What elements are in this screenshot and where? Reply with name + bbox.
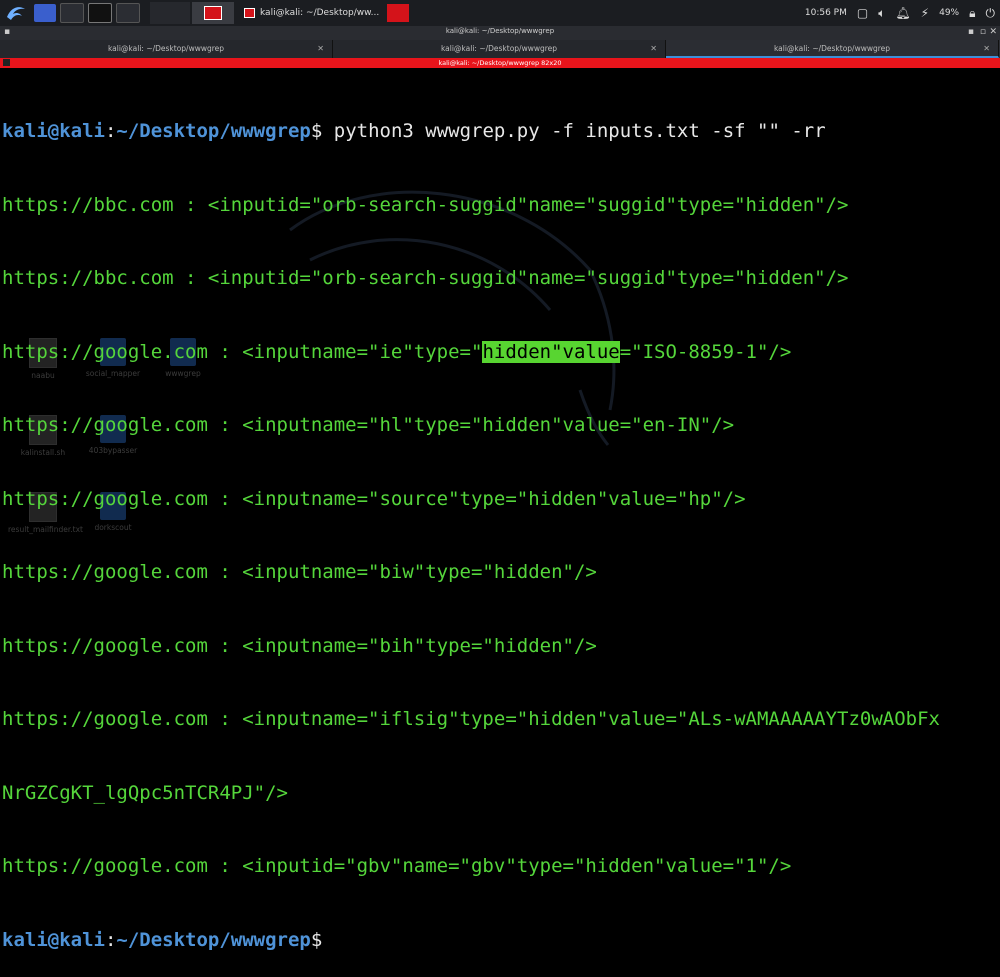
app-icon	[204, 6, 222, 20]
screenshot-launcher[interactable]	[116, 3, 140, 23]
output-line: https://google.com : <inputname="iflsig"…	[2, 708, 940, 730]
terminal-output[interactable]: kali@kali:~/Desktop/wwwgrep$ python3 www…	[2, 70, 998, 977]
prompt-sep: :	[104, 928, 117, 951]
maximize-icon[interactable]: ▫	[980, 27, 986, 37]
terminal-cursor	[322, 929, 333, 949]
prompt-path: ~/Desktop/wwwgrep	[116, 928, 311, 951]
selected-text-highlight: hidden"value	[482, 340, 620, 363]
tab-label: kali@kali: ~/Desktop/wwwgrep	[773, 44, 891, 53]
kali-menu-button[interactable]	[2, 2, 30, 24]
taskbar-item-app[interactable]	[192, 2, 234, 24]
output-text: https://google.com : <inputname="ie"type…	[2, 340, 483, 363]
prompt-path: ~/Desktop/wwwgrep	[116, 120, 311, 142]
tab-label: kali@kali: ~/Desktop/wwwgrep	[440, 44, 558, 53]
prompt-user: kali@kali	[2, 120, 105, 142]
output-line: https://google.com : <inputname="biw"typ…	[2, 561, 597, 583]
taskbar: kali@kali: ~/Desktop/ww... 10:56 PM ▢ 🔈︎…	[0, 0, 1000, 26]
taskbar-item-red[interactable]	[387, 4, 410, 22]
kali-dragon-icon	[7, 7, 25, 20]
notification-bell-icon[interactable]: 🔔︎	[895, 6, 910, 20]
prompt-user: kali@kali	[2, 928, 105, 951]
tab-2[interactable]: kali@kali: ~/Desktop/wwwgrep ✕	[333, 40, 666, 58]
file-manager-launcher[interactable]	[60, 3, 84, 23]
tab-label: kali@kali: ~/Desktop/wwwgrep	[107, 44, 225, 53]
terminal-header-title: kali@kali: ~/Desktop/wwwgrep 82x20	[438, 59, 562, 67]
tab-bar: kali@kali: ~/Desktop/wwwgrep ✕ kali@kali…	[0, 40, 1000, 58]
output-line: https://google.com : <inputname="hl"type…	[2, 414, 735, 436]
output-line: https://google.com : <inputname="ie"type…	[2, 340, 998, 365]
prompt-sep: :	[104, 120, 117, 142]
terminal-header: kali@kali: ~/Desktop/wwwgrep 82x20	[0, 58, 1000, 68]
command-line: kali@kali:~/Desktop/wwwgrep$ python3 www…	[2, 119, 998, 144]
battery-icon[interactable]: ⚡︎	[921, 6, 929, 20]
close-window-icon[interactable]: ✕	[989, 27, 997, 37]
window-icon[interactable]: ▢	[857, 6, 868, 20]
system-tray: 10:56 PM ▢ 🔈︎ 🔔︎ ⚡︎ 49% 🔒︎ ⏻︎	[800, 0, 1000, 26]
close-tab-icon[interactable]: ✕	[650, 40, 657, 57]
command-text: python3 wwwgrep.py -f inputs.txt -sf "" …	[322, 120, 826, 142]
clock[interactable]: 10:56 PM	[805, 8, 847, 18]
minimize-icon[interactable]: ▪	[968, 27, 974, 37]
taskbar-item-label: kali@kali: ~/Desktop/ww...	[260, 8, 380, 18]
workspace-1[interactable]	[34, 4, 56, 22]
power-icon[interactable]: ⏻︎	[986, 6, 996, 21]
output-line: https://bbc.com : <inputid="orb-search-s…	[2, 267, 849, 289]
output-line: https://google.com : <inputname="bih"typ…	[2, 634, 597, 657]
volume-icon[interactable]: 🔈︎	[878, 6, 885, 21]
tab-3-active[interactable]: kali@kali: ~/Desktop/wwwgrep ✕	[666, 40, 999, 58]
output-line: https://google.com : <inputid="gbv"name=…	[2, 855, 792, 877]
terminal-icon	[244, 8, 255, 18]
tab-1[interactable]: kali@kali: ~/Desktop/wwwgrep ✕	[0, 40, 333, 58]
output-text: ="ISO-8859-1"/>	[619, 340, 792, 363]
battery-percent: 49%	[939, 8, 960, 18]
output-line: NrGZCgKT_lgQpc5nTCR4PJ"/>	[2, 781, 288, 804]
terminal-launcher[interactable]	[88, 3, 112, 23]
prompt-line: kali@kali:~/Desktop/wwwgrep$	[2, 928, 998, 953]
prompt-dollar: $	[310, 928, 323, 951]
close-tab-icon[interactable]: ✕	[317, 40, 324, 57]
close-tab-icon[interactable]: ✕	[983, 40, 990, 57]
output-line: https://google.com : <inputname="source"…	[2, 487, 746, 510]
output-line: https://bbc.com : <inputid="orb-search-s…	[2, 193, 849, 216]
window-title: kali@kali: ~/Desktop/wwwgrep	[445, 27, 555, 35]
lock-icon[interactable]: 🔒︎	[969, 6, 975, 21]
window-titlebar[interactable]: ▪ kali@kali: ~/Desktop/wwwgrep ▪ ▫ ✕	[0, 26, 1000, 40]
prompt-dollar: $	[310, 120, 323, 142]
taskbar-item-terminal[interactable]: kali@kali: ~/Desktop/ww...	[240, 2, 383, 24]
taskbar-spacer	[150, 2, 190, 24]
